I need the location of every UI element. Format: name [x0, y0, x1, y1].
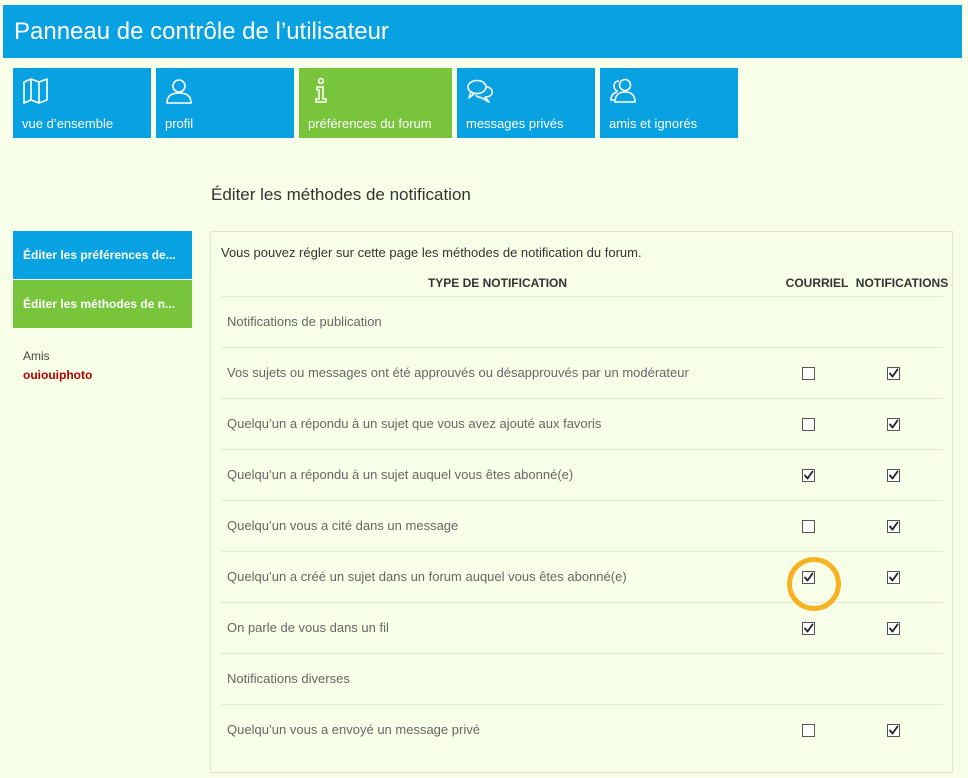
info-icon: [308, 77, 336, 105]
table-row: Vos sujets ou messages ont été approuvés…: [221, 348, 943, 399]
email-checkbox[interactable]: [802, 571, 815, 584]
column-header-mail: COURRIEL: [785, 276, 849, 290]
email-checkbox[interactable]: [802, 469, 815, 482]
page-header: Panneau de contrôle de l’utilisateur: [3, 5, 962, 58]
notification-checkbox[interactable]: [887, 724, 900, 737]
table-row: Quelqu’un a créé un sujet dans un forum …: [221, 552, 943, 611]
tab-friends-ignored[interactable]: amis et ignorés: [600, 68, 738, 138]
table-row: On parle de vous dans un fil: [221, 603, 943, 654]
checkmark-icon: [804, 572, 814, 582]
tab-profile[interactable]: profil: [156, 68, 294, 138]
checkmark-icon: [889, 470, 899, 480]
email-checkbox[interactable]: [802, 622, 815, 635]
notification-type-label: Quelqu’un a répondu à un sujet que vous …: [227, 416, 602, 431]
notification-checkbox[interactable]: [887, 418, 900, 431]
group-label: Notifications diverses: [227, 671, 350, 686]
checkmark-icon: [804, 623, 814, 633]
tab-overview-label: vue d’ensemble: [22, 116, 114, 131]
table-row: Quelqu’un a répondu à un sujet auquel vo…: [221, 450, 943, 501]
section-title: Éditer les méthodes de notification: [211, 185, 471, 204]
table-row: Quelqu’un vous a envoyé un message privé: [221, 705, 943, 756]
friends-label: Amis: [23, 349, 50, 363]
tab-private-messages[interactable]: messages privés: [457, 68, 595, 138]
notification-type-label: Quelqu’un a répondu à un sujet auquel vo…: [227, 467, 574, 482]
tab-overview[interactable]: vue d’ensemble: [13, 68, 151, 138]
notification-checkbox[interactable]: [887, 469, 900, 482]
checkmark-icon: [804, 470, 814, 480]
friend-link[interactable]: ouiouiphoto: [23, 368, 92, 382]
friends-block: Amis ouiouiphoto: [23, 349, 92, 382]
user-icon: [165, 77, 193, 105]
checkmark-icon: [889, 521, 899, 531]
tab-private-messages-label: messages privés: [466, 116, 564, 131]
table-header: TYPE DE NOTIFICATION COURRIEL NOTIFICATI…: [221, 274, 948, 297]
notification-checkbox[interactable]: [887, 367, 900, 380]
panel-intro: Vous pouvez régler sur cette page les mé…: [221, 245, 642, 260]
email-checkbox[interactable]: [802, 418, 815, 431]
group-header-row: Notifications de publication: [221, 297, 943, 348]
notification-type-label: On parle de vous dans un fil: [227, 620, 389, 635]
chat-bubbles-icon: [466, 77, 494, 105]
notification-checkbox[interactable]: [887, 571, 900, 584]
side-navigation: Éditer les préférences de... Éditer les …: [13, 231, 192, 329]
checkmark-icon: [889, 368, 899, 378]
column-header-type: TYPE DE NOTIFICATION: [427, 276, 568, 290]
notification-checkbox[interactable]: [887, 622, 900, 635]
checkmark-icon: [889, 623, 899, 633]
column-header-notifications: NOTIFICATIONS: [855, 276, 949, 290]
notification-type-label: Vos sujets ou messages ont été approuvés…: [227, 365, 689, 380]
sidebar-item-edit-notification-methods[interactable]: Éditer les méthodes de n...: [13, 280, 192, 328]
map-icon: [22, 77, 50, 105]
checkmark-icon: [889, 419, 899, 429]
email-checkbox[interactable]: [802, 520, 815, 533]
notification-type-label: Quelqu’un vous a envoyé un message privé: [227, 722, 480, 737]
notification-type-label: Quelqu’un vous a cité dans un message: [227, 518, 459, 533]
group-label: Notifications de publication: [227, 314, 382, 329]
notification-type-label: Quelqu’un a créé un sujet dans un forum …: [227, 569, 627, 584]
notification-panel: Vous pouvez régler sur cette page les mé…: [210, 231, 953, 773]
tab-profile-label: profil: [165, 116, 194, 131]
email-checkbox[interactable]: [802, 367, 815, 380]
users-icon: [609, 77, 637, 105]
tab-forum-preferences[interactable]: préférences du forum: [299, 68, 452, 138]
checkmark-icon: [889, 725, 899, 735]
checkmark-icon: [889, 572, 899, 582]
tab-friends-ignored-label: amis et ignorés: [609, 116, 698, 131]
group-header-row: Notifications diverses: [221, 654, 943, 705]
email-checkbox[interactable]: [802, 724, 815, 737]
tab-forum-preferences-label: préférences du forum: [308, 116, 432, 131]
notification-checkbox[interactable]: [887, 520, 900, 533]
page-title: Panneau de contrôle de l’utilisateur: [14, 18, 389, 45]
table-row: Quelqu’un vous a cité dans un message: [221, 501, 943, 552]
table-row: Quelqu’un a répondu à un sujet que vous …: [221, 399, 943, 450]
sidebar-item-edit-preferences[interactable]: Éditer les préférences de...: [13, 231, 192, 279]
